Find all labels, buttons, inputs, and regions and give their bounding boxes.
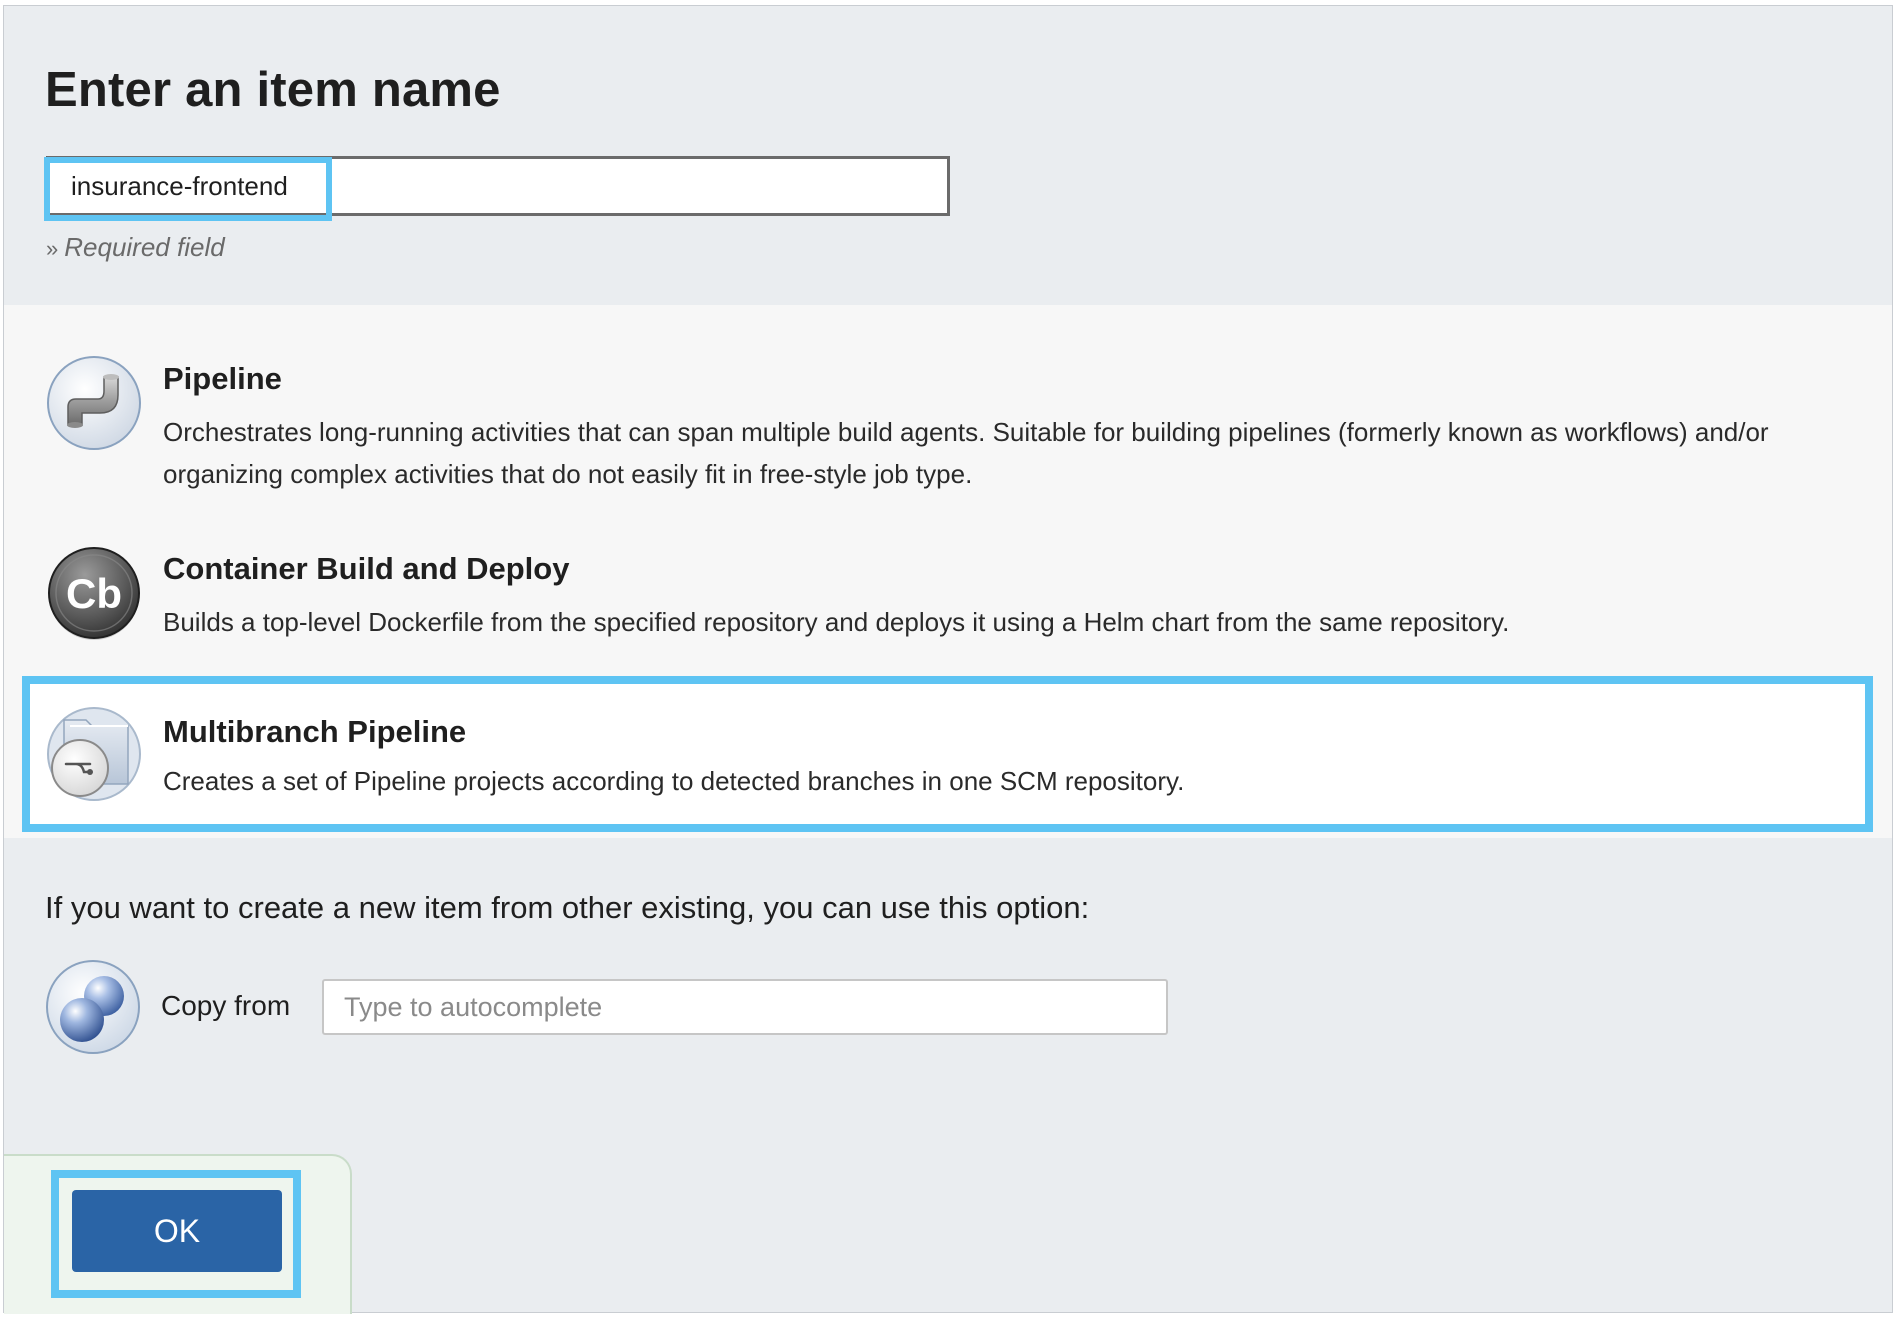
- required-marker: »: [46, 236, 59, 261]
- item-type-title: Container Build and Deploy: [163, 551, 570, 586]
- container-build-icon: Cb: [48, 547, 140, 640]
- item-name-section: Enter an item name »Required field: [4, 6, 1892, 306]
- copy-item-icon: [46, 960, 140, 1054]
- container-build-icon-text: Cb: [66, 570, 122, 617]
- copy-hint: If you want to create a new item from ot…: [45, 890, 1090, 925]
- copy-from-section: If you want to create a new item from ot…: [4, 838, 1892, 1099]
- item-type-title: Multibranch Pipeline: [163, 714, 467, 749]
- page-title: Enter an item name: [45, 63, 501, 117]
- item-type-list: Pipeline Orchestrates long-running activ…: [4, 305, 1892, 839]
- pipeline-icon: [47, 356, 141, 450]
- item-name-input[interactable]: [46, 156, 950, 216]
- item-type-container-build[interactable]: Cb Container Build and Deploy Builds a t…: [4, 495, 1892, 655]
- ok-button[interactable]: OK: [72, 1190, 282, 1272]
- form-footer: [4, 1098, 1892, 1314]
- multibranch-pipeline-icon: [47, 707, 141, 801]
- item-type-multibranch-pipeline[interactable]: Multibranch Pipeline Creates a set of Pi…: [22, 676, 1873, 832]
- item-type-description: Builds a top-level Dockerfile from the s…: [163, 607, 1510, 637]
- item-type-description: Creates a set of Pipeline projects accor…: [163, 766, 1185, 796]
- item-type-description: Orchestrates long-running activities tha…: [163, 417, 1769, 489]
- item-type-title: Pipeline: [163, 361, 282, 396]
- required-field-note: » Required field: [46, 232, 225, 263]
- copy-from-input[interactable]: [322, 979, 1168, 1035]
- new-item-form: Enter an item name »Required field: [3, 5, 1893, 1314]
- item-type-pipeline[interactable]: Pipeline Orchestrates long-running activ…: [4, 305, 1892, 495]
- required-field-text: Required field: [64, 232, 225, 262]
- copy-from-label: Copy from: [161, 990, 291, 1021]
